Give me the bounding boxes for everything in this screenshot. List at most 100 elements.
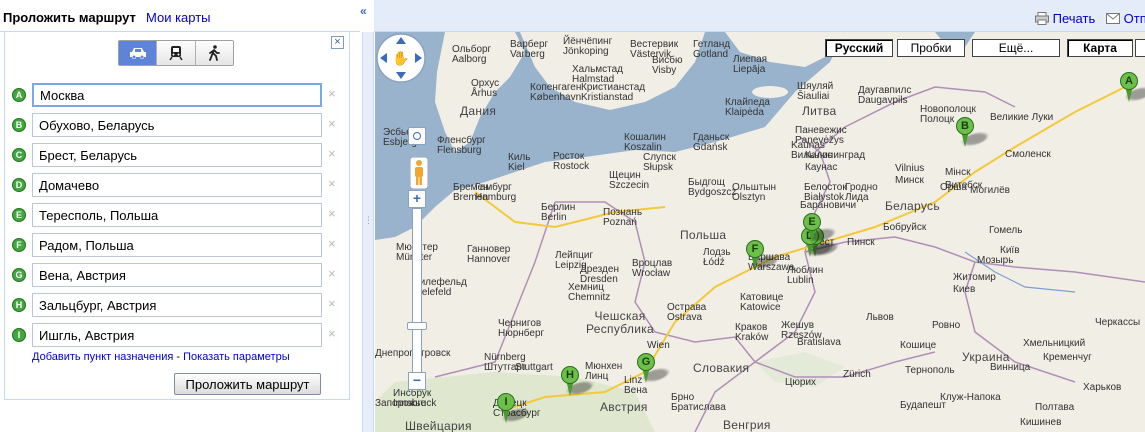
reset-icon: [413, 132, 421, 140]
svg-text:✋: ✋: [392, 50, 409, 67]
route-pin-icon[interactable]: G: [637, 353, 673, 383]
route-pin-icon[interactable]: E: [803, 213, 839, 243]
city-label: Katowice: [740, 302, 781, 313]
waypoint-input[interactable]: [32, 83, 322, 107]
waypoint-input[interactable]: [32, 293, 322, 317]
city-label: Гомель: [989, 225, 1023, 236]
route-pin-icon[interactable]: B: [956, 117, 992, 147]
remove-waypoint-icon[interactable]: ×: [328, 206, 336, 221]
city-label: Кишинев: [1020, 417, 1062, 428]
waypoint-input[interactable]: [32, 203, 322, 227]
waypoint-marker-icon: G: [12, 268, 26, 282]
zoom-in-button[interactable]: +: [408, 190, 426, 208]
route-pin-icon[interactable]: A: [1120, 72, 1145, 102]
map-toolbar: [374, 0, 1145, 32]
mode-transit-button[interactable]: [157, 41, 196, 65]
waypoint-input[interactable]: [32, 323, 322, 347]
get-directions-button[interactable]: Проложить маршрут: [174, 373, 321, 395]
city-label: Liepāja: [733, 64, 766, 75]
city-label: Барановичи: [800, 200, 857, 211]
route-pin-icon[interactable]: H: [561, 366, 597, 396]
waypoint-input[interactable]: [32, 233, 322, 257]
map-canvas[interactable]: Дания Литва Польша Беларусь Украина Чешс…: [375, 32, 1145, 432]
waypoint-marker-icon: H: [12, 298, 26, 312]
city-label: Århus: [471, 88, 498, 99]
city-label: Zürich: [843, 369, 871, 380]
city-label: Varberg: [510, 49, 545, 60]
city-label: Visby: [652, 65, 677, 76]
zoom-slider-track[interactable]: [412, 208, 422, 373]
country-label: Венгрия: [723, 418, 771, 432]
city-label: Полоцк: [920, 114, 955, 125]
waypoint-input[interactable]: [32, 173, 322, 197]
tab-my-maps[interactable]: Мои карты: [146, 10, 211, 25]
city-label: Орша: [940, 182, 967, 193]
collapse-panel-icon[interactable]: «: [360, 4, 374, 24]
city-label: Bratislava: [797, 337, 841, 348]
remove-waypoint-icon[interactable]: ×: [328, 236, 336, 251]
city-label: Полтава: [1035, 402, 1075, 413]
waypoint-marker-icon: E: [12, 208, 26, 222]
city-label: Харьков: [1083, 382, 1122, 393]
show-options-link[interactable]: Показать параметры: [183, 351, 290, 363]
directions-panel: Проложить маршрут Мои карты × A× B× C × D × E ×…: [0, 0, 360, 432]
car-icon: [129, 48, 146, 59]
zoom-out-button[interactable]: −: [408, 372, 426, 390]
language-button[interactable]: Русский: [825, 39, 893, 57]
remove-waypoint-icon[interactable]: ×: [328, 266, 336, 281]
remove-waypoint-icon[interactable]: ×: [328, 86, 336, 101]
city-label: Житомир: [953, 272, 996, 283]
traffic-button[interactable]: Пробки: [897, 39, 965, 57]
waypoint-row: B×: [12, 113, 342, 137]
city-label: Poznań: [603, 217, 637, 228]
remove-waypoint-icon[interactable]: ×: [328, 296, 336, 311]
city-label: Daugavpils: [858, 95, 908, 106]
city-label: Мозырь: [977, 255, 1014, 266]
city-label: Вена: [624, 385, 648, 396]
waypoint-input[interactable]: [32, 263, 322, 287]
zoom-slider-handle[interactable]: [407, 322, 427, 330]
waypoint-row: F×: [12, 233, 342, 257]
map-type-button[interactable]: Карта: [1067, 39, 1133, 57]
pin-letter: E: [803, 213, 821, 231]
city-label: Пинск: [847, 237, 875, 248]
tab-directions[interactable]: Проложить маршрут: [3, 10, 136, 25]
print-link[interactable]: Печать: [1035, 11, 1095, 26]
country-label: Польша: [680, 228, 727, 242]
send-link[interactable]: Отп: [1106, 11, 1145, 26]
more-layers-button[interactable]: Ещё...: [972, 39, 1060, 57]
mode-walk-button[interactable]: [195, 41, 233, 65]
pin-letter: A: [1120, 72, 1138, 90]
remove-waypoint-icon[interactable]: ×: [328, 326, 336, 341]
pegman-icon[interactable]: [410, 157, 428, 189]
city-label: Kiel: [508, 162, 525, 173]
city-label: Olsztyn: [732, 192, 766, 203]
city-label: Kristianstad: [581, 92, 634, 103]
waypoint-marker-icon: C: [12, 148, 26, 162]
waypoint-input[interactable]: [32, 143, 322, 167]
city-label: Vilnius: [895, 163, 925, 174]
city-label: Gotland: [693, 49, 729, 60]
close-directions-icon[interactable]: ×: [331, 36, 344, 49]
remove-waypoint-icon[interactable]: ×: [328, 116, 336, 131]
printer-icon: [1035, 12, 1049, 25]
panel-splitter[interactable]: [362, 32, 374, 432]
waypoint-marker-icon: D: [12, 178, 26, 192]
mode-car-button[interactable]: [119, 41, 158, 65]
city-label: Хмельницкий: [1023, 338, 1086, 349]
add-destination-link[interactable]: Добавить пункт назначения: [32, 351, 173, 363]
route-pin-icon[interactable]: F: [746, 240, 782, 270]
satellite-button[interactable]: [1135, 39, 1145, 57]
reset-view-button[interactable]: [408, 127, 426, 145]
route-pin-icon[interactable]: I: [497, 393, 533, 423]
city-label: Lublin: [787, 275, 814, 286]
city-label: Jönkoping: [563, 46, 609, 57]
city-label: Wien: [647, 340, 670, 351]
waypoint-row: A×: [12, 83, 342, 107]
waypoint-row: I×: [12, 323, 342, 347]
pan-control[interactable]: ✋: [375, 32, 427, 84]
waypoint-input[interactable]: [32, 113, 322, 137]
city-label: Каунас: [805, 162, 838, 173]
remove-waypoint-icon[interactable]: ×: [328, 146, 336, 161]
remove-waypoint-icon[interactable]: ×: [328, 176, 336, 191]
